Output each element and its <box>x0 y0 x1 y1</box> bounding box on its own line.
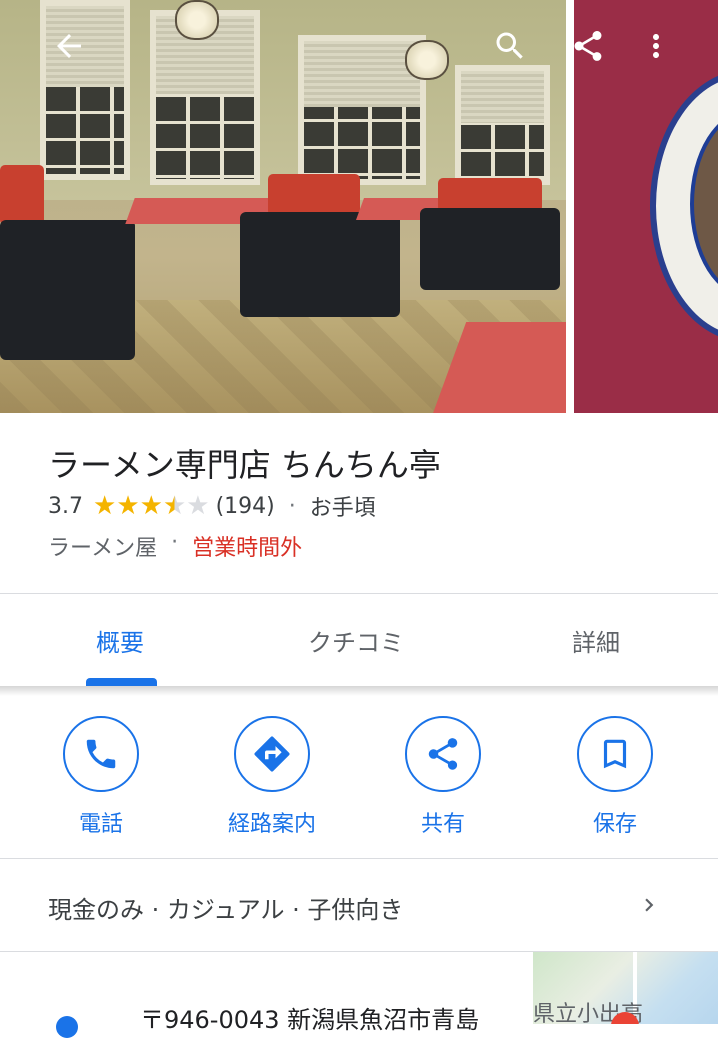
map-thumbnail[interactable]: 県立小出高 <box>533 952 718 1024</box>
share-button[interactable]: 共有 <box>373 716 513 838</box>
more-vert-icon[interactable] <box>632 22 680 70</box>
location-pin-icon <box>56 1016 78 1038</box>
tab-bar: 概要 クチコミ 詳細 <box>0 594 718 686</box>
save-button[interactable]: 保存 <box>545 716 685 838</box>
star-icon: ★ <box>116 491 140 521</box>
directions-label: 経路案内 <box>227 812 316 837</box>
search-icon[interactable] <box>486 22 534 70</box>
empty-star-icon: ★ <box>186 491 210 521</box>
rating-stars: ★ ★ ★ ★ ★ <box>93 493 210 519</box>
place-category: ラーメン屋 <box>48 536 158 561</box>
call-button[interactable]: 電話 <box>31 716 171 838</box>
divider <box>0 858 718 859</box>
tab-details[interactable]: 詳細 <box>526 594 666 686</box>
star-icon: ★ <box>93 491 117 521</box>
chevron-right-icon <box>636 892 662 922</box>
star-icon: ★ <box>139 491 163 521</box>
tab-overview[interactable]: 概要 <box>50 594 190 686</box>
share-top-icon[interactable] <box>564 22 612 70</box>
back-arrow-icon[interactable] <box>45 22 93 70</box>
share-icon <box>405 716 481 792</box>
category-row: ラーメン屋 · 営業時間外 <box>48 530 302 562</box>
phone-icon <box>63 716 139 792</box>
attributes-text: 現金のみ · カジュアル · 子供向き <box>48 896 404 924</box>
tab-reviews[interactable]: クチコミ <box>286 594 426 686</box>
half-star-icon: ★ <box>162 491 187 521</box>
open-status: 営業時間外 <box>192 536 303 561</box>
photo-header <box>0 0 718 413</box>
separator-dot: · <box>288 493 296 519</box>
bookmark-icon <box>577 716 653 792</box>
rating-row[interactable]: 3.7 ★ ★ ★ ★ ★ (194) · お手頃 <box>48 490 376 522</box>
separator-dot: · <box>171 530 179 555</box>
review-count: (194) <box>215 493 275 519</box>
place-title: ラーメン専門店 ちんちん亭 <box>48 446 441 484</box>
address-text[interactable]: 〒946-0043 新潟県魚沼市青島 <box>140 1000 479 1035</box>
directions-button[interactable]: 経路案内 <box>202 716 342 838</box>
tab-indicator <box>86 678 157 686</box>
attributes-row[interactable]: 現金のみ · カジュアル · 子供向き <box>0 860 718 952</box>
directions-icon <box>234 716 310 792</box>
save-label: 保存 <box>592 812 637 837</box>
share-label: 共有 <box>420 812 465 837</box>
call-label: 電話 <box>78 812 123 837</box>
rating-value: 3.7 <box>48 493 83 519</box>
price-level: お手頃 <box>309 496 376 521</box>
